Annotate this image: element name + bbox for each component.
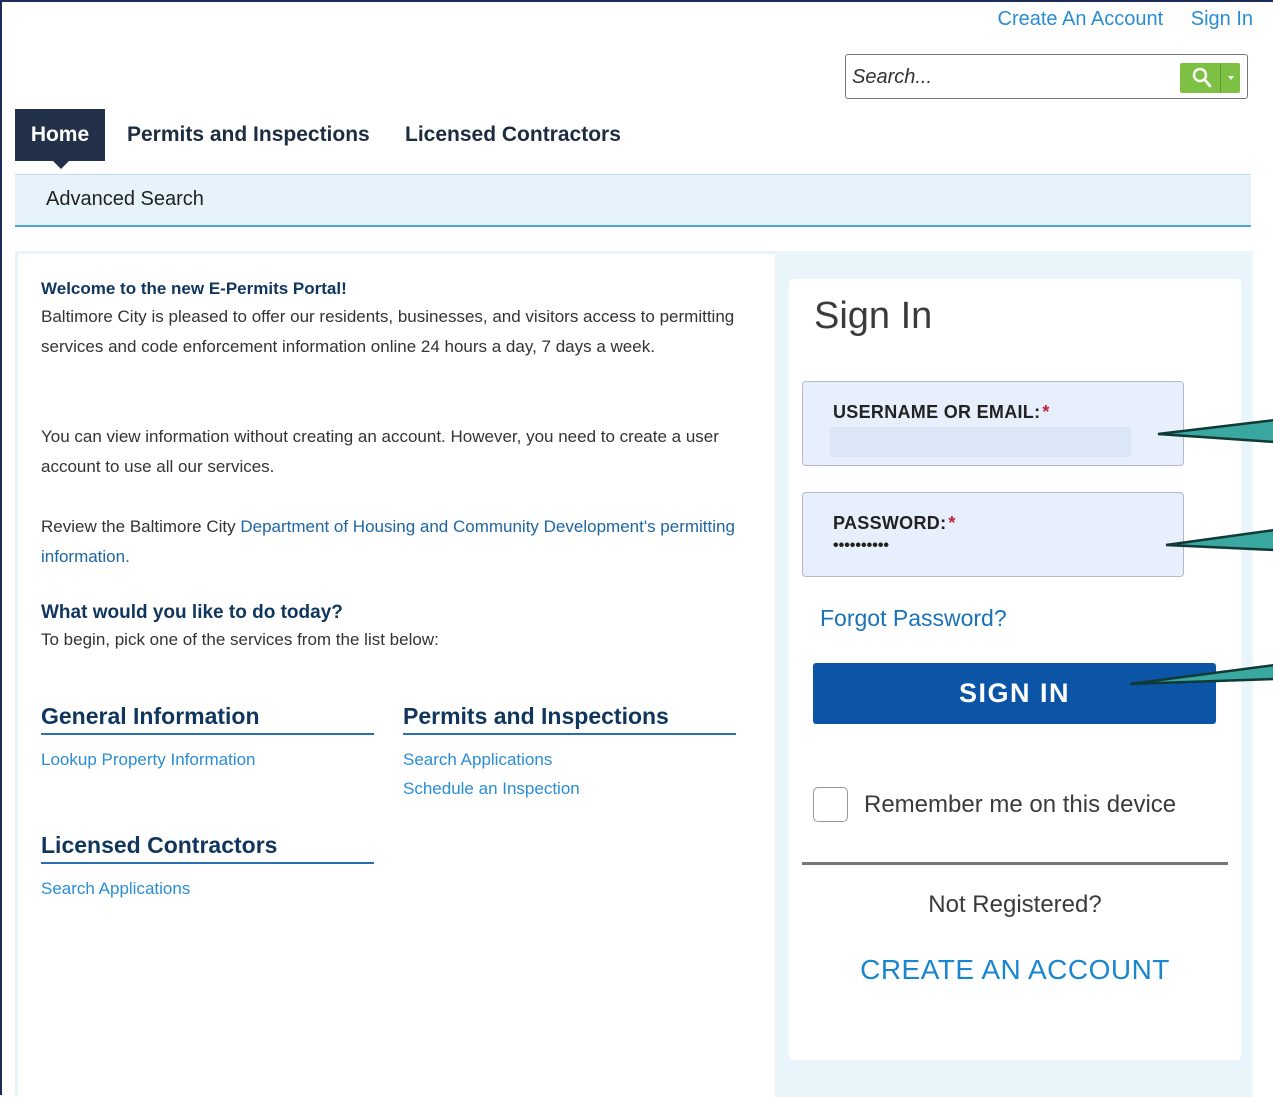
sign-in-title: Sign In	[814, 295, 933, 337]
required-marker: *	[1042, 402, 1050, 422]
todo-title: What would you like to do today?	[41, 602, 343, 623]
password-label: PASSWORD: *	[833, 513, 956, 533]
required-marker: *	[948, 513, 956, 533]
sign-in-button[interactable]: SIGN IN	[813, 663, 1216, 724]
search-button[interactable]	[1180, 63, 1240, 93]
sign-in-link[interactable]: Sign In	[1191, 8, 1253, 30]
intro-paragraph-2: You can view information without creatin…	[41, 427, 719, 476]
not-registered-text: Not Registered?	[928, 891, 1102, 918]
remember-me-checkbox[interactable]	[813, 787, 848, 822]
intro-panel: Welcome to the new E-Permits Portal! Bal…	[18, 254, 775, 1097]
nav-home[interactable]: Home	[15, 109, 105, 169]
nav-licensed-contractors[interactable]: Licensed Contractors	[405, 109, 621, 161]
create-account-link-large[interactable]: CREATE AN ACCOUNT	[789, 954, 1241, 986]
search-icon	[1192, 67, 1212, 88]
search-box	[845, 54, 1248, 99]
advanced-search-link[interactable]: Advanced Search	[46, 175, 204, 223]
welcome-title: Welcome to the new E-Permits Portal!	[41, 279, 347, 298]
contractors-search-applications-link[interactable]: Search Applications	[41, 879, 190, 899]
username-label: USERNAME OR EMAIL: *	[833, 402, 1050, 422]
divider	[802, 862, 1228, 865]
top-links: Create An Account Sign In	[976, 8, 1254, 31]
password-input[interactable]: ••••••••••	[833, 537, 889, 555]
search-button-divider	[1220, 63, 1221, 93]
intro-paragraph-3-text: Review the Baltimore City	[41, 517, 241, 536]
sign-in-panel: Sign In USERNAME OR EMAIL: * PASSWORD: * •…	[789, 279, 1241, 1060]
chevron-down-icon[interactable]	[1228, 76, 1234, 80]
schedule-inspection-link[interactable]: Schedule an Inspection	[403, 779, 580, 799]
intro-paragraph-1: Baltimore City is pleased to offer our r…	[41, 307, 735, 356]
todo-subtitle: To begin, pick one of the services from …	[41, 630, 439, 649]
nav-permits-and-inspections[interactable]: Permits and Inspections	[127, 109, 370, 161]
sub-nav: Advanced Search	[15, 174, 1251, 227]
permits-search-applications-link[interactable]: Search Applications	[403, 750, 552, 770]
username-input[interactable]	[830, 427, 1131, 457]
licensed-contractors-heading: Licensed Contractors	[41, 832, 374, 864]
remember-me-label: Remember me on this device	[864, 791, 1177, 818]
create-account-link[interactable]: Create An Account	[998, 8, 1164, 30]
username-field: USERNAME OR EMAIL: *	[802, 381, 1184, 466]
intro-paragraph-3: Review the Baltimore City Department of …	[41, 512, 756, 572]
search-input[interactable]	[850, 63, 1174, 91]
lookup-property-link[interactable]: Lookup Property Information	[41, 750, 256, 770]
general-information-heading: General Information	[41, 703, 374, 735]
permits-heading: Permits and Inspections	[403, 703, 736, 735]
forgot-password-link[interactable]: Forgot Password?	[820, 605, 1007, 632]
password-field: PASSWORD: * ••••••••••	[802, 492, 1184, 577]
